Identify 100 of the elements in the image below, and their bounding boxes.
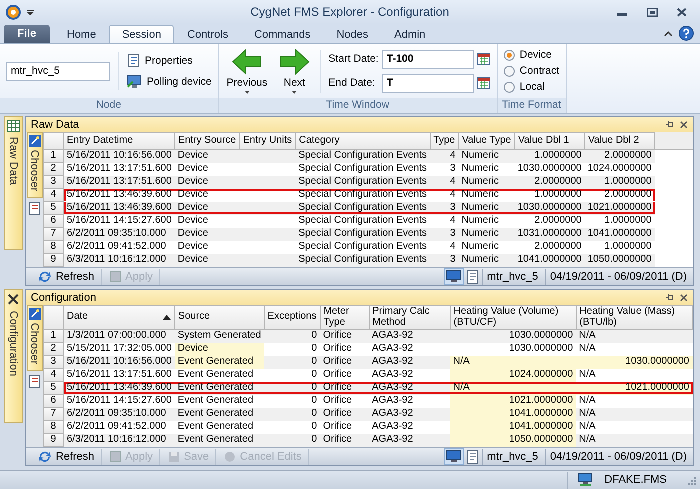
chooser-tab[interactable]: Chooser bbox=[26, 305, 42, 371]
table-cell: Orifice bbox=[320, 434, 370, 446]
monitor-button[interactable] bbox=[444, 268, 464, 285]
table-cell: 6/2/2011 09:41:52.000 bbox=[64, 240, 175, 254]
row-header-corner bbox=[44, 132, 64, 150]
restore-icon bbox=[646, 8, 658, 16]
column-header[interactable]: Heating Value (Volume) (BTU/CF) bbox=[450, 306, 576, 330]
ribbon-button[interactable]: Polling device bbox=[127, 73, 212, 90]
column-header[interactable]: Value Type bbox=[458, 132, 515, 150]
table-cell: Device bbox=[174, 202, 240, 214]
close-icon[interactable] bbox=[680, 120, 688, 128]
table-cell: 3 bbox=[430, 202, 459, 214]
radio-option[interactable]: Contract bbox=[504, 65, 560, 77]
node-name-label: mtr_hvc_5 bbox=[482, 448, 542, 464]
table-cell: AGA3-92 bbox=[369, 394, 450, 408]
table-cell: 1050.0000000 bbox=[450, 434, 576, 446]
row-number[interactable]: 1 bbox=[44, 330, 64, 342]
pin-icon[interactable] bbox=[665, 293, 674, 302]
document-button[interactable] bbox=[467, 270, 480, 284]
ribbon-tab[interactable]: Home bbox=[54, 25, 110, 43]
table-cell: AGA3-92 bbox=[369, 382, 450, 394]
column-header[interactable]: Value Dbl 2 bbox=[584, 132, 655, 150]
radio-option[interactable]: Local bbox=[504, 81, 545, 93]
column-header[interactable]: Exceptions bbox=[264, 306, 320, 330]
column-header[interactable]: Value Dbl 1 bbox=[514, 132, 585, 150]
document-icon[interactable] bbox=[28, 202, 40, 215]
ribbon-tab[interactable]: Admin bbox=[382, 25, 439, 43]
row-number[interactable]: 1 bbox=[44, 150, 64, 162]
column-header[interactable]: Entry Source bbox=[174, 132, 240, 150]
toolbar-button[interactable]: Refresh bbox=[32, 448, 102, 464]
resize-grip-icon[interactable] bbox=[687, 476, 696, 484]
row-number[interactable]: 4 bbox=[44, 188, 64, 202]
monitor-button[interactable] bbox=[444, 448, 464, 465]
table-cell: Event Generated bbox=[174, 408, 264, 420]
calendar-button[interactable] bbox=[476, 52, 491, 66]
calendar-button[interactable] bbox=[476, 76, 491, 90]
side-tab[interactable]: Configuration bbox=[4, 289, 23, 423]
radio-button[interactable] bbox=[504, 50, 515, 60]
document-icon[interactable] bbox=[28, 374, 40, 388]
table-cell: Special Configuration Events bbox=[296, 214, 430, 228]
nav-button[interactable]: Previous bbox=[224, 48, 270, 94]
row-number[interactable]: 5 bbox=[44, 382, 64, 394]
chooser-tab[interactable]: Chooser bbox=[26, 132, 42, 198]
column-header[interactable]: Heating Value (Mass) (BTU/lb) bbox=[576, 306, 692, 330]
field-label: Start Date: bbox=[328, 53, 379, 65]
window-title: CygNet FMS Explorer - Configuration bbox=[250, 5, 450, 19]
document-button[interactable] bbox=[467, 450, 480, 464]
column-header[interactable]: Entry Datetime bbox=[64, 132, 175, 150]
table-cell: 1030.0000000 bbox=[576, 356, 692, 368]
help-icon[interactable] bbox=[679, 26, 694, 41]
node-field[interactable]: mtr_hvc_5 bbox=[6, 62, 110, 80]
ribbon-tab[interactable]: Nodes bbox=[324, 25, 382, 43]
column-header[interactable]: Type bbox=[430, 132, 459, 150]
row-number[interactable]: 5 bbox=[44, 202, 64, 214]
side-tab[interactable]: Raw Data bbox=[4, 116, 23, 250]
table-cell: 4 bbox=[430, 150, 459, 162]
row-number[interactable]: 9 bbox=[44, 434, 64, 446]
table-cell: Numeric bbox=[458, 176, 515, 188]
close-icon[interactable] bbox=[680, 294, 688, 302]
row-number[interactable]: 9 bbox=[44, 254, 64, 266]
toolbar-button[interactable]: Refresh bbox=[32, 268, 102, 284]
radio-button[interactable] bbox=[504, 66, 515, 76]
column-header[interactable]: Primary Calc Method bbox=[369, 306, 450, 330]
column-header[interactable]: Meter Type bbox=[320, 306, 370, 330]
table-cell: 0 bbox=[264, 330, 320, 342]
row-number[interactable]: 6 bbox=[44, 214, 64, 228]
row-number[interactable]: 7 bbox=[44, 408, 64, 420]
table-cell: AGA3-92 bbox=[369, 368, 450, 382]
table-cell: Special Configuration Events bbox=[296, 254, 430, 266]
properties-icon bbox=[127, 54, 141, 68]
row-number[interactable]: 4 bbox=[44, 368, 64, 382]
row-number[interactable]: 7 bbox=[44, 228, 64, 240]
date-field[interactable]: T bbox=[382, 74, 474, 92]
row-number[interactable]: 6 bbox=[44, 394, 64, 408]
ribbon-button[interactable]: Properties bbox=[127, 52, 212, 69]
row-number[interactable]: 2 bbox=[44, 342, 64, 356]
restore-button[interactable] bbox=[644, 5, 660, 19]
radio-option[interactable]: Device bbox=[504, 49, 552, 61]
row-number[interactable]: 2 bbox=[44, 162, 64, 176]
row-number[interactable]: 8 bbox=[44, 420, 64, 434]
row-number[interactable]: 3 bbox=[44, 176, 64, 188]
column-header[interactable]: Source bbox=[174, 306, 264, 330]
nav-button[interactable]: Next bbox=[278, 48, 312, 94]
column-header[interactable]: Entry Units bbox=[240, 132, 296, 150]
radio-button[interactable] bbox=[504, 82, 515, 92]
date-field[interactable]: T-100 bbox=[382, 50, 474, 68]
ribbon-tab[interactable]: Commands bbox=[241, 25, 324, 43]
ribbon-tab[interactable]: Session bbox=[109, 25, 174, 43]
collapse-caret-icon[interactable] bbox=[664, 30, 673, 36]
file-tab[interactable]: File bbox=[4, 25, 50, 43]
ribbon-tab[interactable]: Controls bbox=[174, 25, 242, 43]
dropdown-caret-icon[interactable] bbox=[27, 9, 34, 15]
column-header[interactable]: Category bbox=[296, 132, 430, 150]
pin-icon[interactable] bbox=[665, 120, 674, 129]
table-cell: 1021.0000000 bbox=[584, 202, 655, 214]
table-cell: N/A bbox=[576, 408, 692, 420]
column-header[interactable]: Date bbox=[64, 306, 175, 330]
table-cell: AGA3-92 bbox=[369, 420, 450, 434]
row-number[interactable]: 8 bbox=[44, 240, 64, 254]
row-number[interactable]: 3 bbox=[44, 356, 64, 368]
